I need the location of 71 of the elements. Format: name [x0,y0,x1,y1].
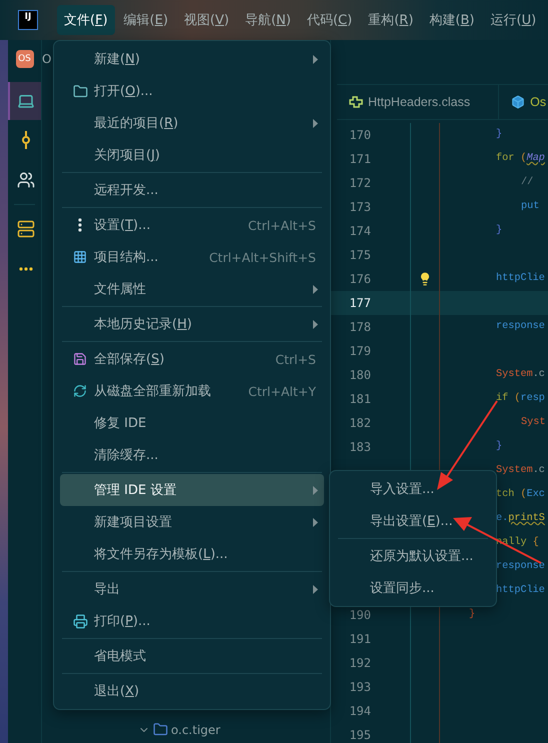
menu-item[interactable]: 清除缓存... [60,439,324,471]
menu-bar-item[interactable]: 视图(V) [177,5,236,35]
more-icon [78,218,82,232]
laptop-icon [16,92,34,110]
menu-item[interactable]: 修复 IDE [60,407,324,439]
menu-item[interactable]: 退出(X) [60,675,324,707]
menu-item[interactable]: 关闭项目(J) [60,139,324,171]
menu-bar-item[interactable]: 编辑(E) [116,5,176,35]
menu-item[interactable]: 最近的项目(R) [60,107,324,139]
reload-icon [73,384,87,398]
code-line: tch (Exc [496,488,545,502]
people-icon [16,171,34,189]
menu-bar-item[interactable]: 重构(R) [361,5,420,35]
menu-item[interactable]: 远程开发... [60,174,324,206]
grid-icon [73,250,87,264]
menu-item[interactable]: 导出设置(E)... [336,505,490,537]
menu-bar-item[interactable]: 文件(F) [57,5,115,35]
menu-item[interactable]: 文件属性 [60,273,324,305]
code-line: httpClie [496,584,545,598]
tool-window-button[interactable] [8,82,41,120]
code-line: httpClie [496,272,545,286]
code-line: System.c [496,464,545,478]
menu-item[interactable]: 将文件另存为模板(L)... [60,538,324,570]
code-line: } [469,608,476,622]
code-line: put [521,200,540,214]
line-number: 195 [331,723,411,743]
menu-item[interactable]: 新建项目设置 [60,506,324,538]
more-icon [18,267,32,271]
folder-icon [72,84,88,98]
menu-bar-item[interactable]: 代码(C) [300,5,360,35]
menu-item[interactable]: 全部保存(S) Ctrl+S [60,343,324,375]
project-name: O [42,52,52,66]
menu-item[interactable]: 管理 IDE 设置 [60,474,324,506]
menu-item[interactable]: 导入设置... [336,473,490,505]
menu-item[interactable]: 设置同步... [336,572,490,604]
editor-tab[interactable]: HttpHeaders.class [337,85,500,119]
menu-item[interactable]: 还原为默认设置... [336,540,490,572]
lightbulb-icon[interactable] [418,272,432,286]
menu-item[interactable]: 省电模式 [60,640,324,672]
editor-tab[interactable]: Os [499,85,548,119]
code-line: // [521,176,534,190]
printer-icon [72,614,88,628]
tree-item[interactable]: o.c.tiger [171,722,220,736]
folder-icon [153,722,168,737]
menu-bar-item[interactable]: 运行(U) [483,5,544,35]
menu-bar-item[interactable]: 导航(N) [238,5,298,35]
code-line: System.c [496,368,545,382]
menu-item[interactable]: 从磁盘全部重新加载 Ctrl+Alt+Y [60,375,324,407]
save-icon [73,352,87,366]
menu-bar-item[interactable]: 构建(B) [422,5,482,35]
code-line: Syst [521,416,546,430]
cube-icon [511,95,526,109]
menu-item[interactable]: 设置(T)... Ctrl+Alt+S [60,209,324,241]
menu-item[interactable]: 打印(P)... [60,605,324,637]
menu-item[interactable]: 本地历史记录(H) [60,308,324,340]
class-icon [349,96,363,108]
app-logo: IJ [18,10,38,30]
commit-icon [22,131,30,149]
menu-item[interactable]: 新建(N) [60,43,324,75]
code-line: response [496,560,545,574]
menu-item[interactable]: 导出 [60,573,324,605]
code-line: if (resp [496,392,545,406]
menu-item[interactable]: 项目结构... Ctrl+Alt+Shift+S [60,241,324,273]
code-line: for (Map [496,152,545,166]
code-line: response [496,320,545,334]
menu-item[interactable]: 打开(O)... [60,75,324,107]
code-line: } [496,128,502,142]
server-icon [16,220,34,238]
code-line: } [496,440,502,454]
code-line: } [496,224,502,238]
project-badge: OS [16,50,34,68]
